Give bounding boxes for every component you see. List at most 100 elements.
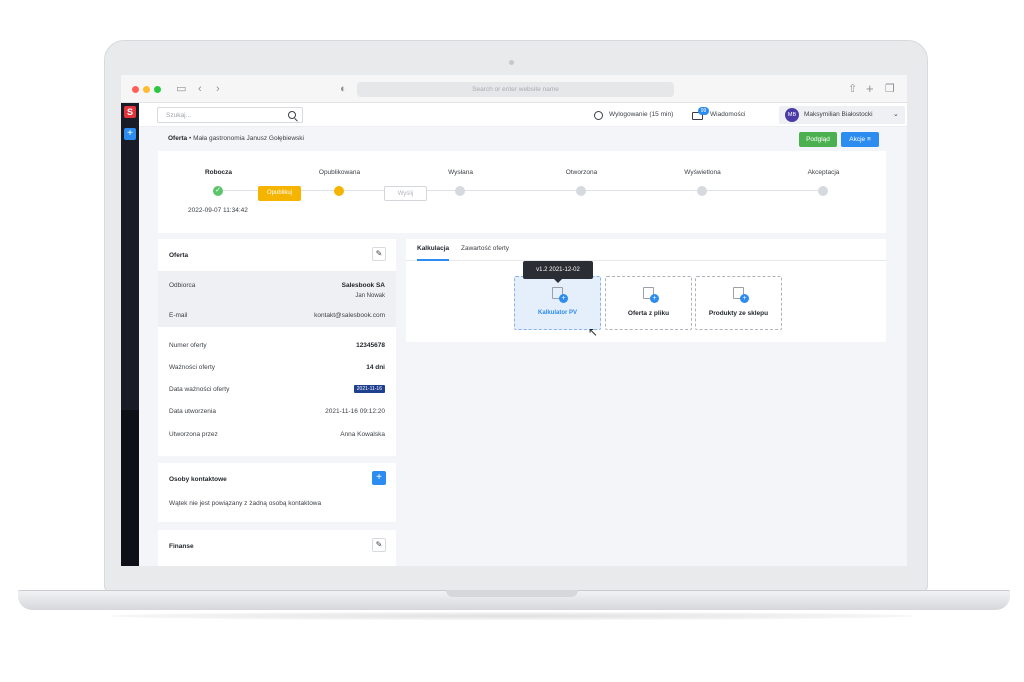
browser-toolbar: ▭ ‹ › ◐ Search or enter website name ⇧ +…: [121, 75, 907, 103]
step-label: Akceptacja: [807, 169, 840, 176]
tabs-overview-icon[interactable]: ❐: [885, 81, 895, 97]
breadcrumb: Oferta • Mała gastronomia Janusz Gołębie…: [168, 127, 304, 151]
calculation-panel: Kalkulacja Zawartość oferty + Kalkulator…: [406, 239, 886, 342]
laptop-camera: [509, 60, 514, 65]
tab-zawartosc-oferty[interactable]: Zawartość oferty: [461, 239, 509, 261]
breadcrumb-separator: •: [188, 135, 192, 142]
tile-label: Oferta z pliku: [627, 310, 670, 317]
preview-button[interactable]: Podgląd: [799, 132, 837, 147]
share-icon[interactable]: ⇧: [848, 81, 857, 97]
finance-panel-title: Finanse: [169, 543, 194, 550]
mouse-cursor-icon: ↖: [588, 325, 599, 339]
maximize-window-button[interactable]: [154, 86, 161, 93]
tile-label: Kalkulator PV: [537, 310, 577, 316]
step-label: Wysłana: [448, 169, 473, 176]
step-circle: [818, 186, 828, 196]
search-input[interactable]: Szukaj...: [157, 107, 303, 123]
created-value: 2021-11-16 09:12:20: [325, 408, 385, 415]
forward-icon[interactable]: ›: [216, 81, 220, 97]
created-by-row: Utworzona przez Anna Kowalska: [169, 431, 385, 438]
email-label: E-mail: [169, 312, 188, 319]
valid-date-label: Data ważności oferty: [169, 386, 230, 393]
minimize-window-button[interactable]: [143, 86, 150, 93]
tab-kalkulacja[interactable]: Kalkulacja: [417, 239, 450, 261]
tile-oferta-z-pliku[interactable]: + Oferta z pliku: [605, 276, 692, 330]
app-sidebar: S +: [121, 103, 139, 566]
sidebar-toggle-icon[interactable]: ▭: [176, 81, 186, 97]
chevron-down-icon: ⌄: [893, 111, 899, 118]
validity-value: 14 dni: [366, 364, 385, 371]
laptop-mockup: ▭ ‹ › ◐ Search or enter website name ⇧ +…: [0, 0, 1024, 682]
recipient-row: Odbiorca Salesbook SA: [169, 282, 385, 289]
new-tab-icon[interactable]: +: [866, 81, 874, 97]
url-bar[interactable]: Search or enter website name: [357, 82, 674, 97]
search-icon[interactable]: [288, 111, 296, 119]
check-icon: ✓: [213, 186, 223, 196]
step-wyswietlona: Wyświetlona: [642, 151, 763, 233]
step-label: Robocza: [204, 169, 233, 176]
step-date: 2022-09-07 11:34:42: [188, 207, 248, 214]
step-circle: [576, 186, 586, 196]
offer-panel-title: Oferta: [169, 252, 189, 259]
version-tooltip: v1.2 2021-12-02: [523, 261, 593, 283]
created-row: Data utworzenia 2021-11-16 09:12:20: [169, 408, 385, 415]
offer-number-label: Numer oferty: [169, 342, 207, 349]
sidebar-add-button[interactable]: +: [124, 128, 136, 140]
step-circle: [697, 186, 707, 196]
laptop-notch: [446, 590, 578, 597]
search-placeholder: Szukaj...: [166, 112, 191, 119]
laptop-shadow: [110, 612, 914, 620]
email-value[interactable]: kontakt@salesbook.com: [314, 312, 385, 319]
created-label: Data utworzenia: [169, 408, 216, 415]
breadcrumb-current: Mała gastronomia Janusz Gołębiewski: [193, 135, 304, 142]
close-window-button[interactable]: [132, 86, 139, 93]
laptop-screen: ▭ ‹ › ◐ Search or enter website name ⇧ +…: [121, 75, 907, 566]
actions-button[interactable]: Akcje ≡: [841, 132, 879, 147]
offer-number-row: Numer oferty 12345678: [169, 342, 385, 349]
sidebar-footer: [121, 410, 139, 566]
step-label: Otworzona: [565, 169, 598, 176]
messages-badge: 99: [698, 107, 709, 115]
recipient-person: Jan Nowak: [355, 293, 385, 299]
valid-date-badge: 2021-11-16: [353, 385, 385, 393]
tile-produkty-ze-sklepu[interactable]: + Produkty ze sklepu: [695, 276, 782, 330]
step-circle: [455, 186, 465, 196]
contacts-empty-text: Wątek nie jest powiązany z żadną osobą k…: [169, 500, 322, 507]
created-by-value: Anna Kowalska: [340, 431, 385, 438]
step-opublikowana: Opublikowana: [279, 151, 400, 233]
back-icon[interactable]: ‹: [198, 81, 202, 97]
breadcrumb-section[interactable]: Oferta: [168, 135, 187, 142]
valid-date-row: Data ważności oferty 2021-11-16: [169, 385, 385, 393]
edit-offer-button[interactable]: ✎: [372, 247, 386, 261]
user-menu[interactable]: MB Maksymilian Białostocki ⌄: [779, 106, 905, 124]
plus-icon: +: [559, 294, 568, 303]
validity-row: Ważności oferty 14 dni: [169, 364, 385, 371]
calculation-tiles: + Kalkulator PV + Oferta z pliku + Produ…: [406, 265, 886, 342]
privacy-shield-icon: ◐: [340, 83, 347, 95]
clock-icon: [594, 111, 603, 120]
messages-link[interactable]: Wiadomości: [710, 103, 745, 127]
add-contact-button[interactable]: +: [372, 471, 386, 485]
status-stepper: Robocza ✓ 2022-09-07 11:34:42 Opublikuj …: [158, 151, 886, 233]
finance-panel: Finanse ✎: [158, 530, 396, 566]
created-by-label: Utworzona przez: [169, 431, 218, 438]
tile-label: Produkty ze sklepu: [708, 310, 769, 317]
offer-tabs: Kalkulacja Zawartość oferty: [406, 239, 886, 261]
edit-finance-button[interactable]: ✎: [372, 538, 386, 552]
step-akceptacja: Akceptacja: [763, 151, 884, 233]
step-label: Opublikowana: [318, 169, 361, 176]
validity-label: Ważności oferty: [169, 364, 215, 371]
avatar: MB: [785, 108, 799, 122]
step-wyslana: Wysłana: [400, 151, 521, 233]
contacts-panel-title: Osoby kontaktowe: [169, 476, 227, 483]
plus-icon: +: [650, 294, 659, 303]
user-name: Maksymilian Białostocki: [804, 111, 873, 118]
offer-number-value: 12345678: [356, 342, 385, 349]
app-logo[interactable]: S: [124, 106, 136, 118]
recipient-label: Odbiorca: [169, 282, 196, 289]
pending-icon: [334, 186, 344, 196]
page-header: Oferta • Mała gastronomia Janusz Gołębie…: [139, 127, 907, 151]
recipient-company: Salesbook SA: [341, 282, 385, 289]
step-label: Wyświetlona: [684, 169, 721, 176]
contacts-panel: Osoby kontaktowe + Wątek nie jest powiąz…: [158, 463, 396, 522]
